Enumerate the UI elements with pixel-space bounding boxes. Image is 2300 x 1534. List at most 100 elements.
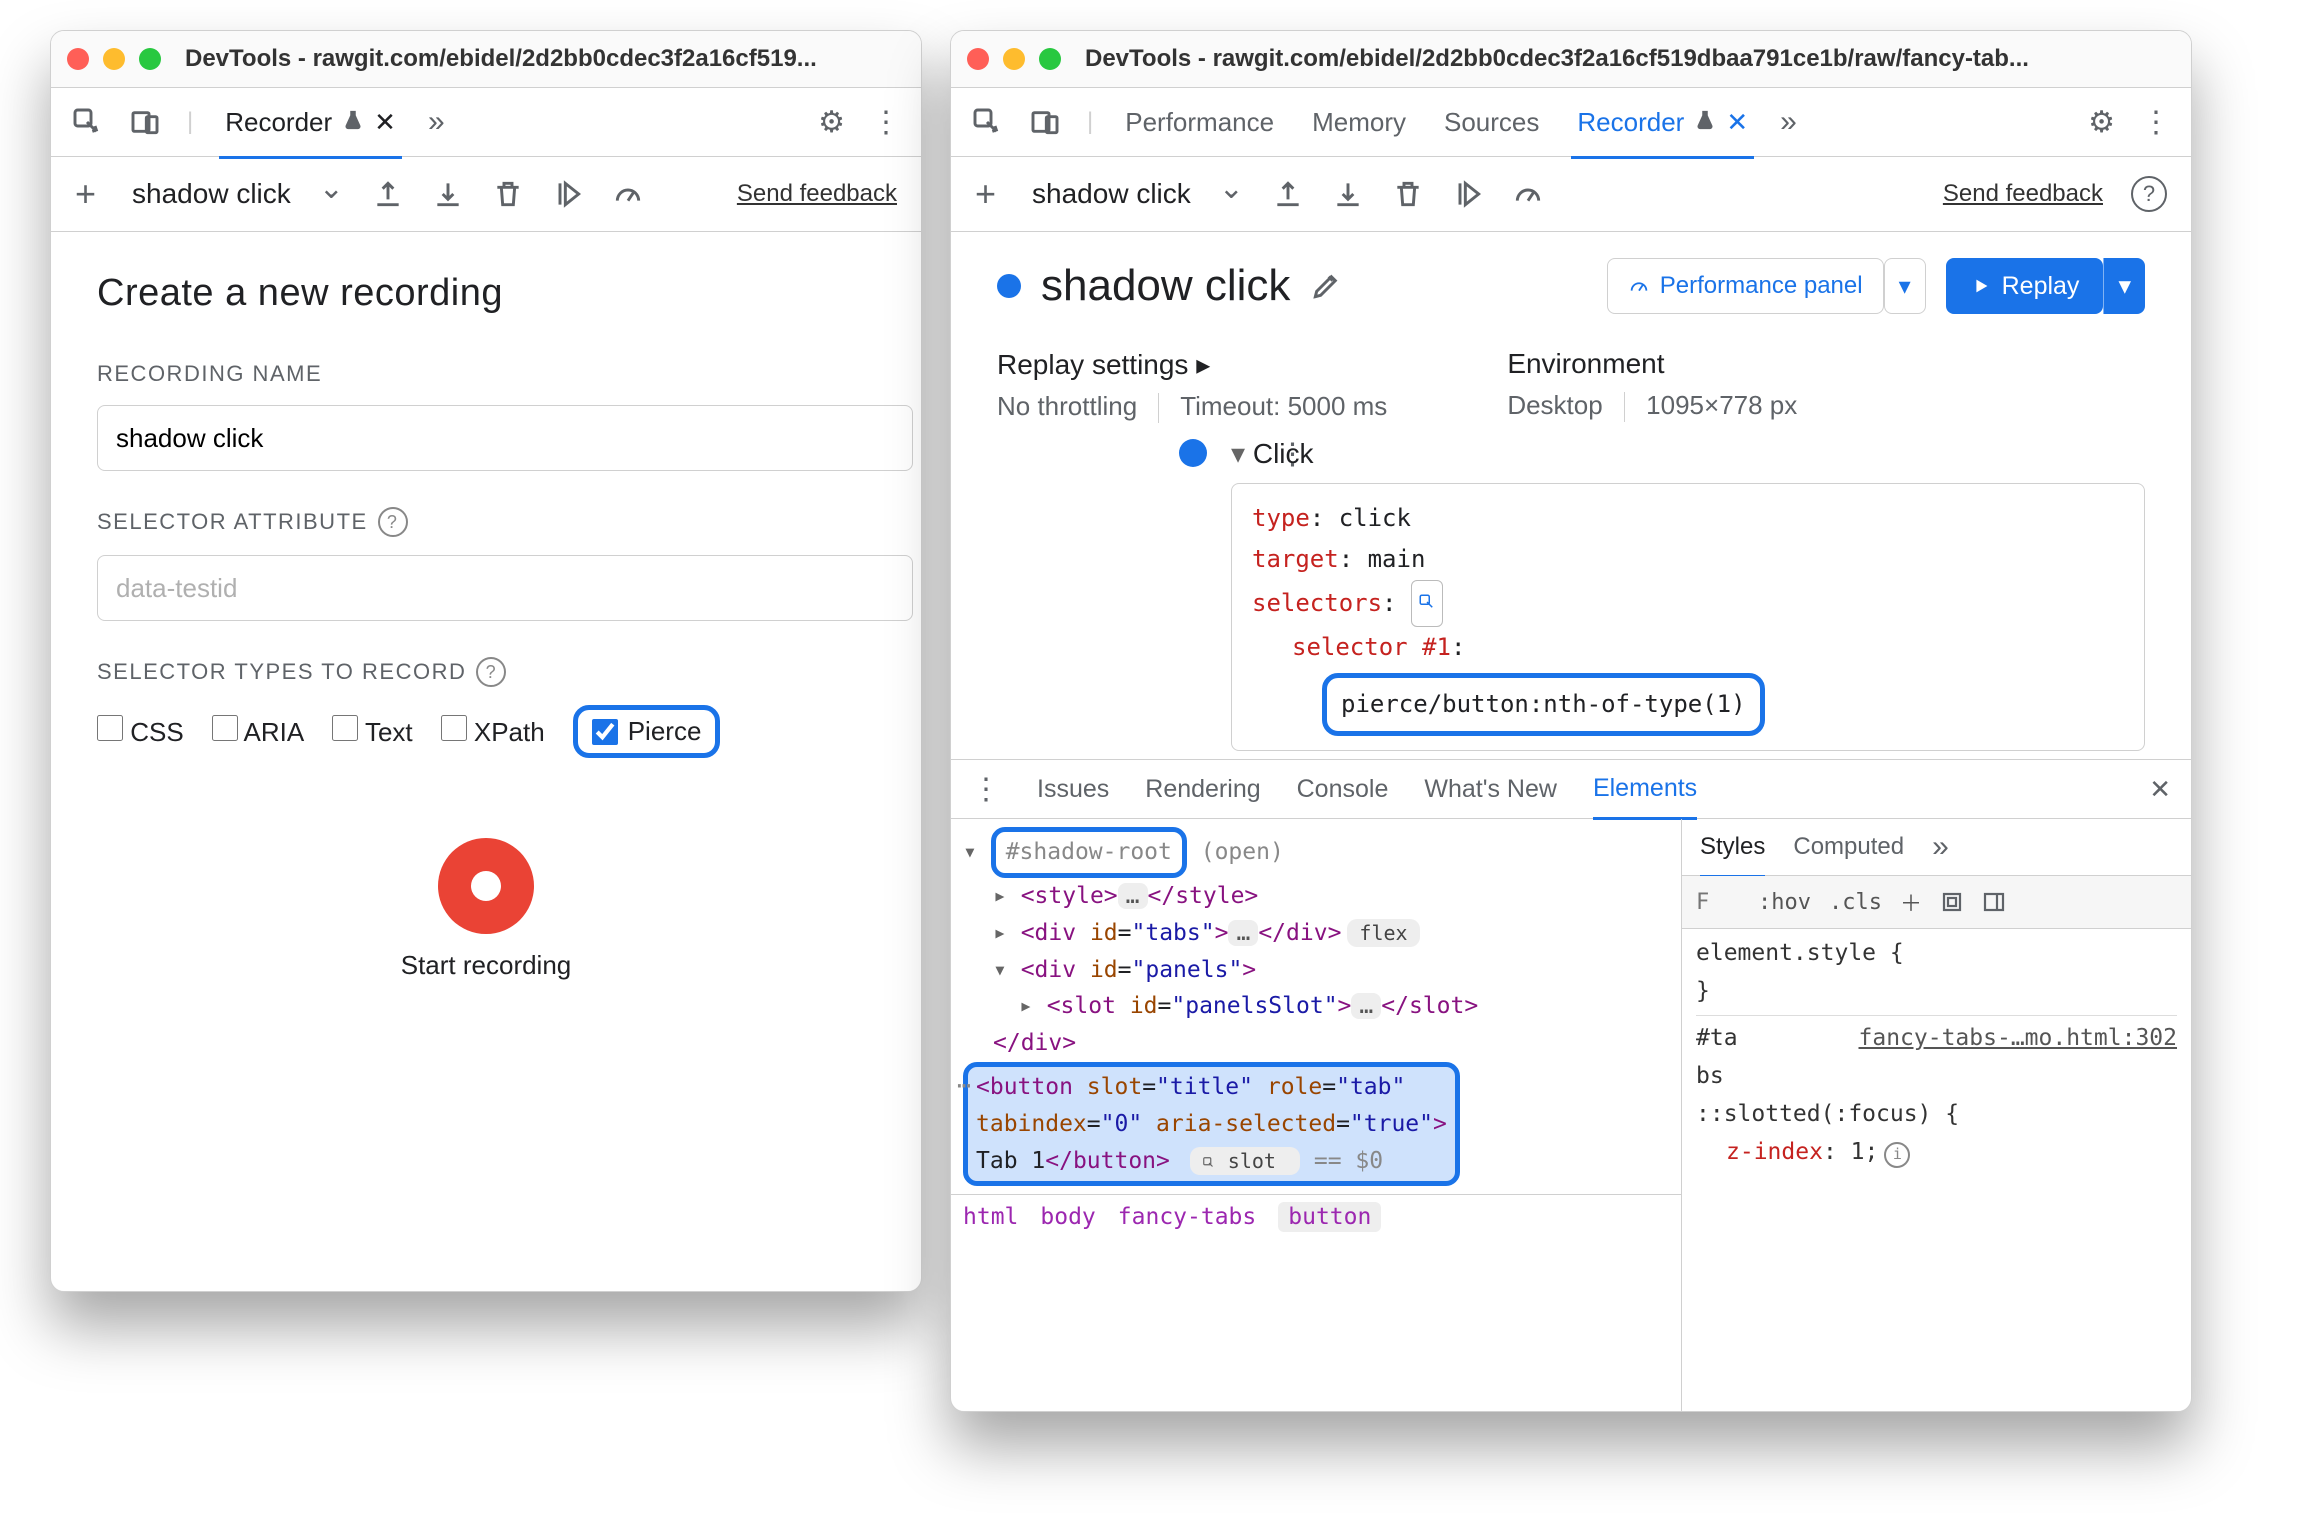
checkbox-text[interactable]: Text: [332, 715, 412, 748]
dom-tree[interactable]: #shadow-root (open) <style>…</style> <di…: [951, 819, 1681, 1194]
label-selector-attribute: SELECTOR ATTRIBUTE ?: [97, 507, 875, 537]
timeline-dot-icon: [1179, 439, 1207, 467]
styles-rules[interactable]: element.style { } #ta fancy-tabs-…mo.htm…: [1682, 929, 2191, 1412]
import-icon[interactable]: [1332, 178, 1364, 210]
computed-toggle-icon[interactable]: [1940, 890, 1964, 914]
more-tabs-icon[interactable]: [1932, 830, 1949, 864]
recorder-toolbar: + shadow click Send feedback: [51, 157, 921, 232]
drawer-kebab-icon[interactable]: [971, 772, 1001, 807]
tab-rendering[interactable]: Rendering: [1145, 775, 1260, 804]
tab-styles[interactable]: Styles: [1700, 833, 1765, 878]
shadow-root-highlight: #shadow-root: [991, 827, 1187, 878]
sidebar-toggle-icon[interactable]: [1982, 890, 2006, 914]
send-feedback-link[interactable]: Send feedback: [1943, 180, 2103, 208]
device-toggle-icon[interactable]: [1029, 106, 1061, 138]
pick-element-icon[interactable]: [1411, 580, 1443, 627]
step-click-title[interactable]: Click: [1231, 437, 1314, 470]
tab-performance[interactable]: Performance: [1119, 107, 1280, 138]
window-close-button[interactable]: [67, 48, 89, 70]
window-maximize-button[interactable]: [1039, 48, 1061, 70]
export-icon[interactable]: [372, 178, 404, 210]
play-step-icon[interactable]: [552, 178, 584, 210]
tab-recorder[interactable]: Recorder ✕: [219, 107, 402, 159]
export-icon[interactable]: [1272, 178, 1304, 210]
window-title: DevTools - rawgit.com/ebidel/2d2bb0cdec3…: [185, 45, 905, 73]
more-tabs-icon[interactable]: [1780, 105, 1797, 139]
close-tab-icon[interactable]: ✕: [374, 107, 396, 138]
performance-panel-dropdown[interactable]: ▾: [1884, 258, 1926, 314]
more-tabs-icon[interactable]: [428, 105, 445, 139]
crumb-body[interactable]: body: [1040, 1204, 1095, 1230]
delete-icon[interactable]: [492, 178, 524, 210]
import-icon[interactable]: [432, 178, 464, 210]
help-icon[interactable]: ?: [2131, 176, 2167, 212]
new-recording-icon[interactable]: +: [975, 176, 996, 212]
tab-whats-new[interactable]: What's New: [1424, 775, 1557, 804]
kebab-icon[interactable]: [2141, 105, 2171, 140]
new-recording-icon[interactable]: +: [75, 176, 96, 212]
recording-name[interactable]: shadow click: [1032, 178, 1191, 210]
help-icon[interactable]: ?: [476, 657, 506, 687]
device-toggle-icon[interactable]: [129, 106, 161, 138]
step-kebab-icon[interactable]: [1278, 437, 1308, 472]
tab-issues[interactable]: Issues: [1037, 775, 1109, 804]
styles-filter-input[interactable]: [1696, 890, 1740, 915]
environment-values: Desktop 1095×778 px: [1507, 390, 1797, 422]
send-feedback-link[interactable]: Send feedback: [737, 181, 897, 207]
tab-console[interactable]: Console: [1297, 775, 1389, 804]
checkbox-css[interactable]: CSS: [97, 715, 184, 748]
checkbox-pierce[interactable]: [592, 719, 618, 745]
recording-dropdown-icon[interactable]: [1219, 177, 1244, 212]
crumb-html[interactable]: html: [963, 1204, 1018, 1230]
speed-icon[interactable]: [612, 178, 644, 210]
delete-icon[interactable]: [1392, 178, 1424, 210]
kebab-icon[interactable]: [871, 105, 901, 140]
info-icon[interactable]: i: [1884, 1142, 1910, 1168]
new-rule-icon[interactable]: ＋: [1900, 886, 1922, 918]
selector-attribute-input[interactable]: [97, 555, 913, 621]
close-tab-icon[interactable]: ✕: [1726, 107, 1748, 138]
drawer-tabstrip: Issues Rendering Console What's New Elem…: [951, 760, 2191, 819]
inspect-icon[interactable]: [71, 106, 103, 138]
performance-panel-button[interactable]: Performance panel: [1607, 258, 1884, 314]
recording-dropdown-icon[interactable]: [319, 177, 344, 212]
hov-toggle[interactable]: :hov: [1758, 890, 1811, 915]
speed-icon[interactable]: [1512, 178, 1544, 210]
gear-icon[interactable]: [818, 105, 845, 140]
recorder-toolbar: + shadow click Send feedback ?: [951, 157, 2191, 232]
tab-computed[interactable]: Computed: [1793, 833, 1904, 861]
crumb-fancy-tabs[interactable]: fancy-tabs: [1118, 1204, 1256, 1230]
window-maximize-button[interactable]: [139, 48, 161, 70]
label-recording-name: RECORDING NAME: [97, 361, 875, 387]
help-icon[interactable]: ?: [378, 507, 408, 537]
tab-memory[interactable]: Memory: [1306, 107, 1412, 138]
inspect-icon[interactable]: [971, 106, 1003, 138]
edit-icon[interactable]: [1310, 270, 1342, 302]
tab-sources[interactable]: Sources: [1438, 107, 1545, 138]
drawer-close-icon[interactable]: [2149, 774, 2171, 805]
create-recording-panel: Create a new recording RECORDING NAME SE…: [51, 232, 921, 1021]
reveal-slot-badge[interactable]: slot: [1190, 1147, 1300, 1175]
label-selector-types: SELECTOR TYPES TO RECORD ?: [97, 657, 875, 687]
checkbox-xpath[interactable]: XPath: [441, 715, 545, 748]
cls-toggle[interactable]: .cls: [1829, 890, 1882, 915]
replay-dropdown[interactable]: ▾: [2103, 258, 2145, 314]
recording-name-input[interactable]: [97, 405, 913, 471]
play-step-icon[interactable]: [1452, 178, 1484, 210]
recording-name[interactable]: shadow click: [132, 178, 291, 210]
gear-icon[interactable]: [2088, 105, 2115, 140]
stylesheet-link[interactable]: fancy-tabs-…mo.html:302: [1859, 1020, 2178, 1058]
checkbox-aria[interactable]: ARIA: [212, 715, 304, 748]
environment-label: Environment: [1507, 348, 1797, 380]
window-minimize-button[interactable]: [1003, 48, 1025, 70]
tab-elements[interactable]: Elements: [1593, 774, 1697, 820]
replay-button[interactable]: Replay: [1946, 258, 2104, 314]
tab-recorder[interactable]: Recorder ✕: [1571, 107, 1754, 159]
start-recording-button[interactable]: [438, 838, 534, 934]
flex-badge[interactable]: flex: [1347, 919, 1419, 947]
window-close-button[interactable]: [967, 48, 989, 70]
breadcrumbs[interactable]: html body fancy-tabs button: [951, 1194, 1681, 1239]
window-minimize-button[interactable]: [103, 48, 125, 70]
crumb-button[interactable]: button: [1278, 1202, 1381, 1232]
replay-settings-toggle[interactable]: Replay settings ▸: [997, 348, 1387, 381]
